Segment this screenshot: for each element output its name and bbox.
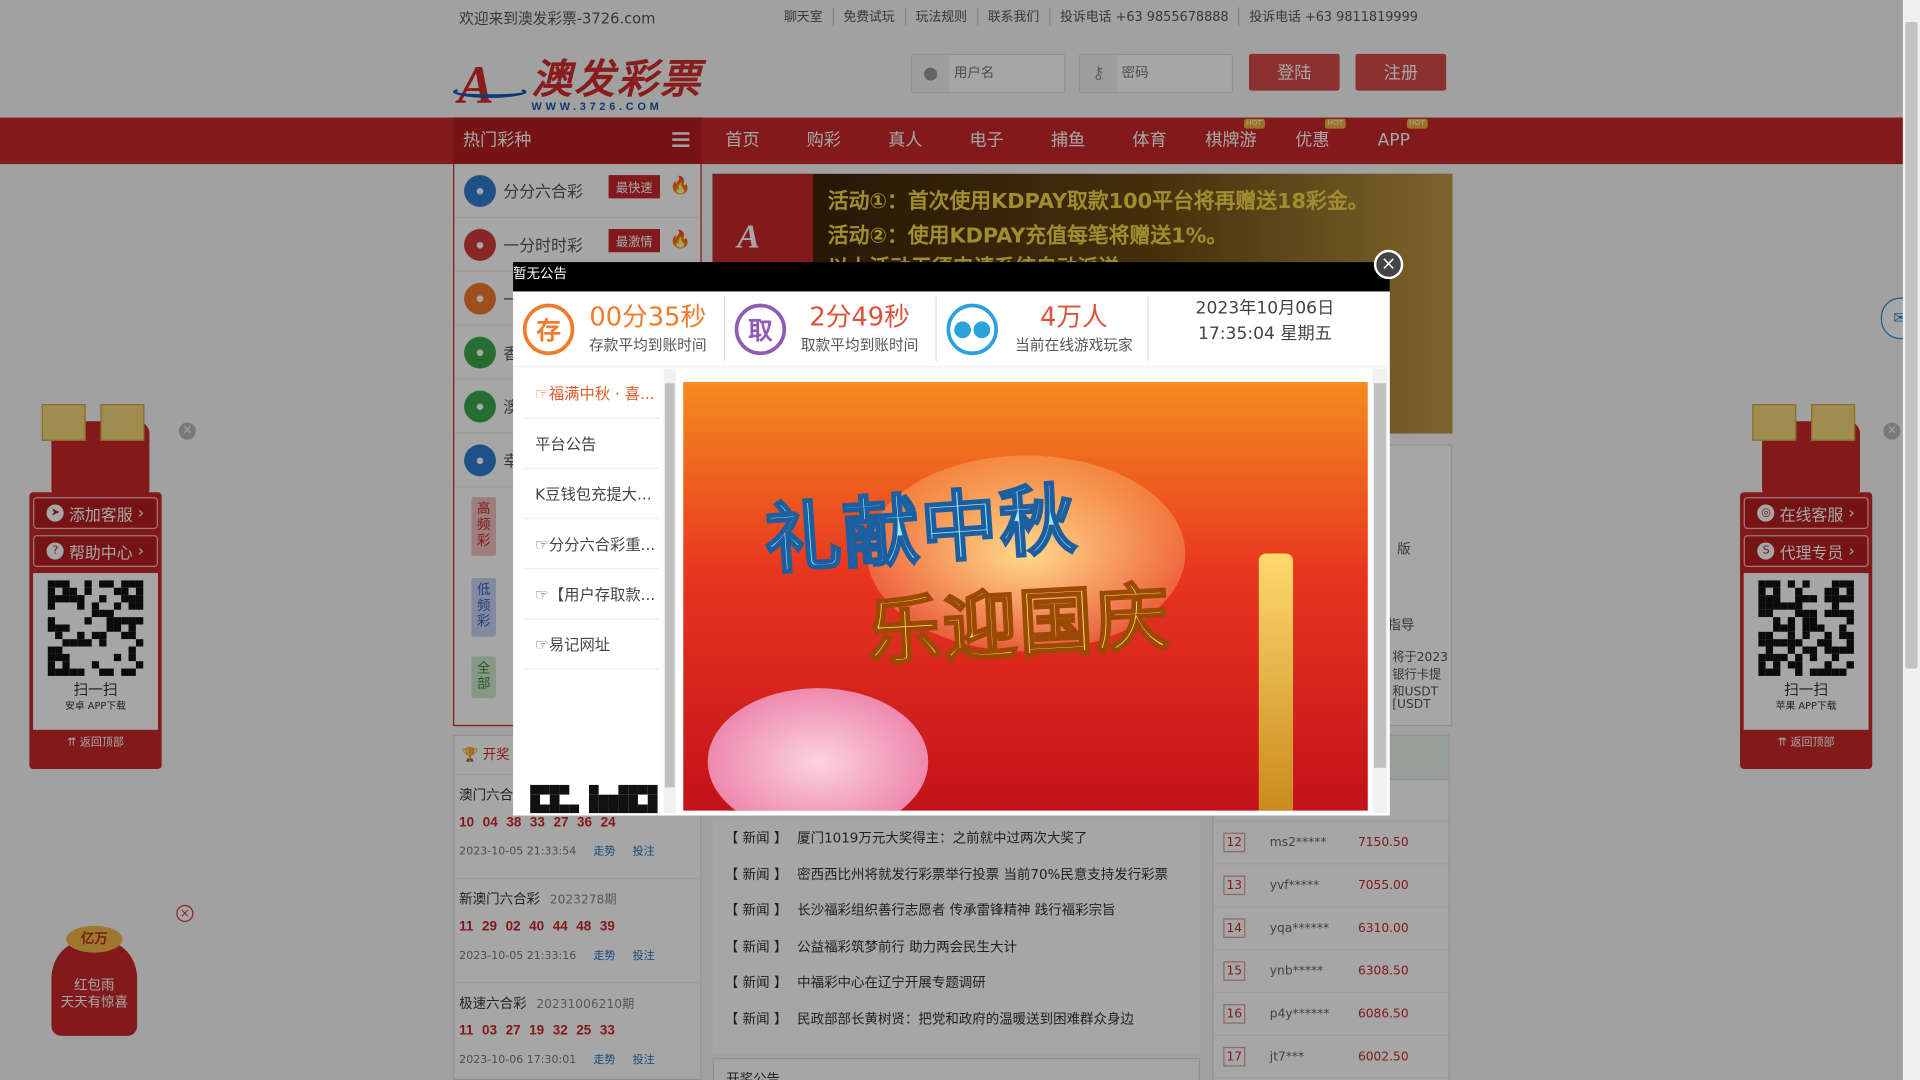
- announcement-list: ☞福满中秋 · 喜... 平台公告 K豆钱包充提大... ☞分分六合彩重... …: [516, 369, 668, 814]
- online-count: 4万人: [1039, 302, 1108, 332]
- withdraw-label: 取款平均到账时间: [800, 336, 919, 354]
- current-time: 17:35:04 星期五: [1197, 324, 1332, 345]
- announcement-item[interactable]: 平台公告: [522, 419, 661, 469]
- page: 欢迎来到澳发彩票-3726.com 聊天室 免费试玩 玩法规则 联系我们 投诉电…: [0, 0, 1920, 1080]
- image-headline-2: 乐迎国庆: [864, 574, 1174, 678]
- modal-close-icon[interactable]: ×: [1373, 249, 1404, 280]
- scrollbar-thumb[interactable]: [1373, 383, 1387, 768]
- modal-qr-code: [530, 784, 658, 814]
- datetime-display: 2023年10月06日 17:35:04 星期五: [1149, 291, 1382, 366]
- page-scrollbar[interactable]: [1902, 0, 1920, 1080]
- content-scrollbar[interactable]: [1372, 368, 1388, 814]
- modal-title: 暂无公告: [513, 262, 1390, 292]
- announcement-item[interactable]: ☞易记网址: [522, 620, 661, 670]
- deposit-time: 00分35秒: [589, 302, 707, 332]
- announcement-item[interactable]: ☞【用户存取款...: [522, 569, 661, 620]
- announcement-item[interactable]: ☞分分六合彩重...: [522, 519, 661, 570]
- lotus-graphic: [707, 688, 929, 811]
- stats-row: 存 00分35秒 存款平均到账时间 取 2分49秒 取款平均到账时间 ●● 4万…: [513, 291, 1390, 368]
- announcement-item[interactable]: ☞福满中秋 · 喜...: [522, 369, 661, 419]
- users-icon: ●●: [946, 303, 998, 355]
- deposit-label: 存款平均到账时间: [588, 336, 707, 354]
- deposit-stat: 存 00分35秒 存款平均到账时间: [513, 296, 725, 362]
- online-stat: ●● 4万人 当前在线游戏玩家: [937, 296, 1149, 362]
- announcement-item[interactable]: K豆钱包充提大...: [522, 469, 661, 520]
- withdraw-stat: 取 2分49秒 取款平均到账时间: [725, 296, 937, 362]
- online-label: 当前在线游戏玩家: [1015, 336, 1133, 354]
- qr-code: [530, 784, 658, 814]
- scrollbar-thumb[interactable]: [1905, 22, 1918, 669]
- deposit-icon: 存: [522, 303, 575, 355]
- withdraw-time: 2分49秒: [809, 302, 910, 332]
- pillar-graphic: [1258, 553, 1294, 811]
- list-scrollbar[interactable]: [663, 368, 676, 814]
- announcement-modal: 暂无公告 存 00分35秒 存款平均到账时间 取 2分49秒 取款平均到账时间 …: [513, 262, 1390, 816]
- current-date: 2023年10月06日: [1195, 298, 1335, 319]
- scrollbar-thumb[interactable]: [664, 383, 675, 788]
- withdraw-icon: 取: [734, 303, 787, 355]
- festival-promo-image: 礼献中秋 乐迎国庆: [683, 382, 1368, 811]
